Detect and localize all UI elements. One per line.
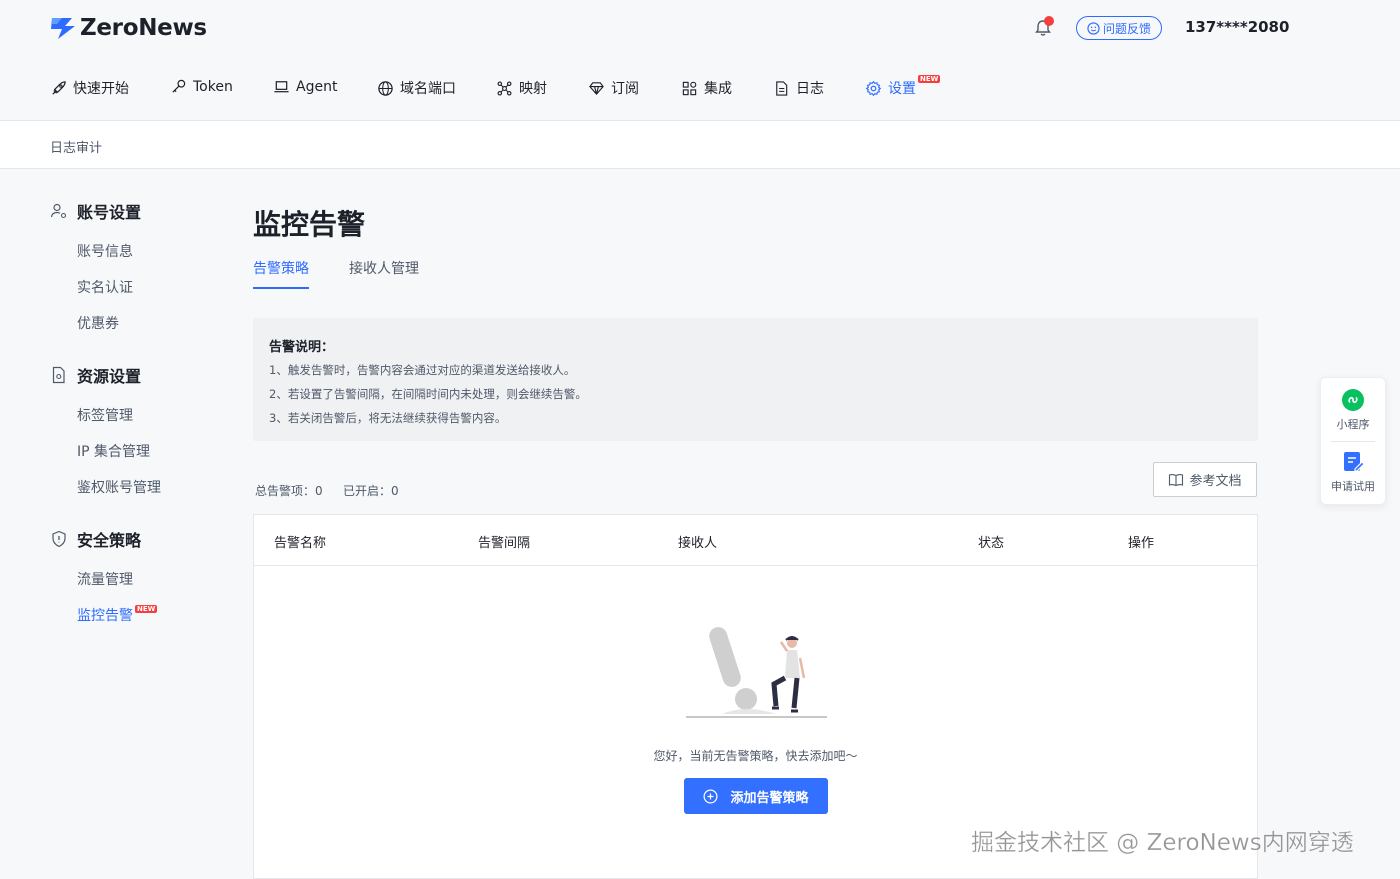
main-nav: 快速开始 Token Agent 域名端口 映射 订阅 集成 日志 设置 NEW xyxy=(0,72,1000,104)
app-header: ZeroNews 问题反馈 137****2080 快速开始 Token Age… xyxy=(0,0,1400,121)
notice-line: 1、触发告警时，告警内容会通过对应的渠道发送给接收人。 xyxy=(269,363,576,377)
shield-icon xyxy=(52,530,66,548)
book-icon xyxy=(1169,473,1184,486)
nav-item-integration[interactable]: 集成 xyxy=(681,78,732,98)
tab-receiver-management[interactable]: 接收人管理 xyxy=(349,258,419,278)
sidebar-item-coupons[interactable]: 优惠券 xyxy=(77,313,119,333)
tab-alert-policy[interactable]: 告警策略 xyxy=(253,258,309,278)
plus-circle-icon xyxy=(703,789,718,803)
settings-sidebar: 账号设置 账号信息 实名认证 优惠券 资源设置 标签管理 IP 集合管理 鉴权账… xyxy=(0,169,230,879)
empty-state-illustration xyxy=(686,627,827,718)
globe-icon xyxy=(378,80,393,96)
total-alerts-stat: 总告警项：0 xyxy=(255,484,323,498)
nav-item-mapping[interactable]: 映射 xyxy=(496,78,547,98)
sidebar-item-traffic[interactable]: 流量管理 xyxy=(77,569,133,589)
empty-state-text: 您好，当前无告警策略，快去添加吧～ xyxy=(653,749,858,763)
feedback-label: 问题反馈 xyxy=(1102,21,1151,36)
float-panel-divider xyxy=(1331,441,1375,442)
apps-icon xyxy=(682,81,697,95)
notice-line: 3、若关闭告警后，将无法继续获得告警内容。 xyxy=(269,411,507,425)
active-tab-indicator xyxy=(253,287,309,289)
sidebar-group-security: 安全策略 xyxy=(50,527,141,551)
zeronews-logo-icon xyxy=(51,18,75,39)
nav-item-domain-port[interactable]: 域名端口 xyxy=(377,78,456,98)
monitor-alert-new-badge: NEW xyxy=(135,605,158,613)
alert-notice: 告警说明： 1、触发告警时，告警内容会通过对应的渠道发送给接收人。 2、若设置了… xyxy=(253,318,1258,441)
nav-item-quickstart[interactable]: 快速开始 xyxy=(50,78,129,98)
sidebar-item-ip-sets[interactable]: IP 集合管理 xyxy=(77,441,150,461)
sidebar-item-real-name[interactable]: 实名认证 xyxy=(77,277,133,297)
brand-logo[interactable]: ZeroNews xyxy=(48,14,207,42)
laptop-icon xyxy=(274,81,289,93)
nav-item-settings[interactable]: 设置 xyxy=(865,78,916,98)
key-icon xyxy=(172,79,186,93)
diamond-icon xyxy=(589,81,604,95)
smile-icon xyxy=(1087,21,1100,35)
file-icon xyxy=(776,80,788,96)
notice-line: 2、若设置了告警间隔，在间隔时间内未处理，则会继续告警。 xyxy=(269,387,587,401)
network-icon xyxy=(497,81,512,95)
feedback-button[interactable]: 问题反馈 xyxy=(1076,16,1162,40)
reference-docs-button[interactable]: 参考文档 xyxy=(1153,462,1257,497)
sidebar-item-account-info[interactable]: 账号信息 xyxy=(77,241,133,261)
gear-icon xyxy=(865,80,882,96)
notification-dot xyxy=(1044,16,1054,26)
nav-item-logs[interactable]: 日志 xyxy=(773,78,824,98)
table-header: 告警名称 告警间隔 接收人 状态 操作 xyxy=(254,515,1257,566)
sidebar-group-resources: 资源设置 xyxy=(50,363,141,387)
column-header-actions: 操作 xyxy=(1128,536,1155,551)
page-title: 监控告警 xyxy=(253,208,366,241)
enabled-alerts-stat: 已开启：0 xyxy=(343,484,399,498)
sidebar-item-tags[interactable]: 标签管理 xyxy=(77,405,133,425)
breadcrumb[interactable]: 日志审计 xyxy=(50,137,102,156)
notice-title: 告警说明： xyxy=(269,340,335,355)
floating-panel: 小程序 申请试用 xyxy=(1320,377,1386,505)
file-settings-icon xyxy=(52,366,65,384)
column-header-receiver: 接收人 xyxy=(678,536,718,551)
column-header-name: 告警名称 xyxy=(274,536,327,551)
user-settings-icon xyxy=(50,203,67,219)
sidebar-group-account: 账号设置 xyxy=(50,199,141,223)
brand-name: ZeroNews xyxy=(80,15,207,41)
nav-item-agent[interactable]: Agent xyxy=(273,78,337,95)
nav-item-token[interactable]: Token xyxy=(170,78,233,95)
mini-program-icon xyxy=(1342,389,1364,411)
sidebar-item-auth-accounts[interactable]: 鉴权账号管理 xyxy=(77,477,161,497)
column-header-interval: 告警间隔 xyxy=(478,536,531,551)
apply-trial-button[interactable]: 申请试用 xyxy=(1321,450,1385,494)
breadcrumb-bar: 日志审计 xyxy=(0,121,1400,169)
nav-item-subscription[interactable]: 订阅 xyxy=(588,78,639,98)
apply-trial-icon xyxy=(1344,452,1365,472)
sidebar-item-monitor-alert[interactable]: 监控告警 xyxy=(77,605,133,625)
add-alert-policy-button[interactable]: 添加告警策略 xyxy=(684,778,828,814)
watermark-text: 掘金技术社区 @ ZeroNews内网穿透 xyxy=(971,830,1354,857)
settings-new-badge: NEW xyxy=(918,75,941,83)
user-phone[interactable]: 137****2080 xyxy=(1185,18,1289,36)
mini-program-button[interactable]: 小程序 xyxy=(1321,388,1385,432)
column-header-status: 状态 xyxy=(978,536,1005,551)
rocket-icon xyxy=(52,80,66,95)
